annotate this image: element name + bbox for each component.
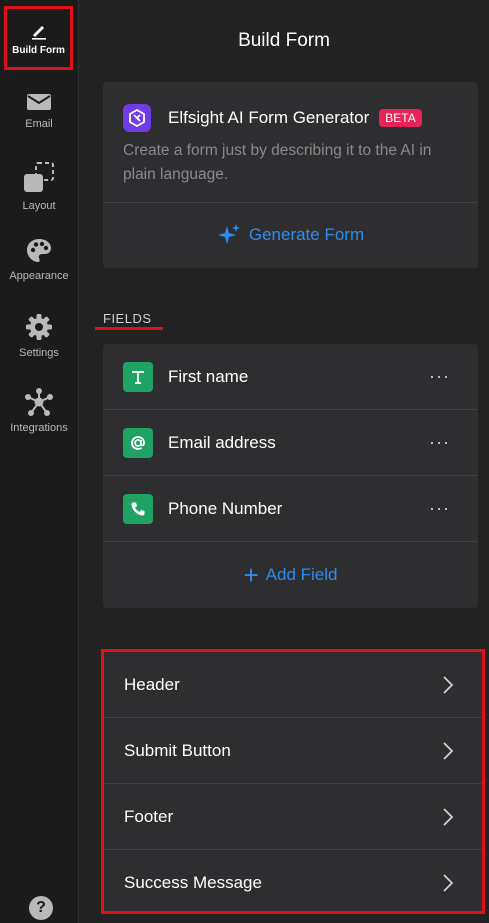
chevron-right-icon: [443, 741, 454, 760]
sidebar-item-build-form[interactable]: Build Form: [4, 6, 73, 70]
envelope-icon: [27, 94, 51, 110]
section-name: Footer: [124, 806, 174, 826]
sidebar-item-settings[interactable]: Settings: [0, 313, 78, 359]
sidebar-item-label: Build Form: [12, 44, 65, 56]
sidebar-item-layout[interactable]: Layout: [0, 162, 78, 212]
palette-icon: [27, 239, 51, 262]
section-name: Submit Button: [124, 740, 231, 760]
fields-section-label: FIELDS: [103, 311, 152, 326]
pencil-icon: [31, 25, 46, 40]
ai-card-title: Elfsight AI Form Generator: [168, 108, 370, 127]
sidebar-item-label: Email: [25, 118, 53, 130]
sidebar: Build Form Email Layout Appearance Setti…: [0, 0, 79, 923]
chevron-right-icon: [443, 807, 454, 826]
section-row-footer[interactable]: Footer: [104, 784, 482, 850]
more-options-icon[interactable]: ···: [429, 366, 450, 387]
text-icon: [123, 361, 153, 392]
field-name: Email address: [168, 432, 276, 452]
gear-icon: [26, 314, 52, 340]
layout-icon: [24, 162, 54, 192]
sidebar-item-integrations[interactable]: Integrations: [0, 388, 78, 434]
integrations-icon: [25, 388, 53, 416]
help-button[interactable]: ?: [29, 896, 53, 920]
fields-list: First name ··· Email address ··· Phone N…: [103, 344, 478, 608]
sidebar-item-label: Layout: [22, 200, 56, 212]
field-name: First name: [168, 366, 249, 386]
main-panel: Build Form Elfsight AI Form Generator BE…: [79, 0, 489, 923]
at-icon: [123, 427, 153, 458]
sidebar-item-label: Settings: [19, 347, 59, 359]
more-options-icon[interactable]: ···: [429, 432, 450, 453]
field-row-email-address[interactable]: Email address ···: [103, 410, 478, 476]
generate-form-button[interactable]: Generate Form: [103, 202, 478, 268]
page-title: Build Form: [238, 30, 330, 51]
sidebar-item-label: Integrations: [10, 422, 68, 434]
sidebar-item-email[interactable]: Email: [0, 92, 78, 130]
add-field-label: Add Field: [265, 565, 338, 584]
generate-form-label: Generate Form: [248, 225, 365, 244]
settings-sections: Header Submit Button Footer Success Mess…: [101, 649, 485, 914]
sidebar-item-label: Appearance: [9, 270, 69, 282]
section-name: Success Message: [124, 873, 262, 892]
section-row-header[interactable]: Header: [104, 652, 482, 718]
phone-icon: [123, 493, 153, 524]
ai-logo-icon: [123, 104, 151, 132]
section-row-success-message[interactable]: Success Message: [104, 850, 482, 916]
chevron-right-icon: [443, 675, 454, 694]
beta-badge: BETA: [379, 109, 422, 127]
field-row-first-name[interactable]: First name ···: [103, 344, 478, 410]
chevron-right-icon: [443, 874, 454, 892]
ai-generator-card: Elfsight AI Form Generator BETA Create a…: [103, 82, 478, 268]
ai-card-description: Create a form just by describing it to t…: [123, 142, 432, 183]
field-name: Phone Number: [168, 498, 283, 518]
section-name: Header: [124, 674, 180, 694]
more-options-icon[interactable]: ···: [429, 498, 450, 519]
sparkle-icon: [217, 224, 240, 244]
fields-underline: [95, 327, 163, 330]
field-row-phone-number[interactable]: Phone Number ···: [103, 476, 478, 542]
sidebar-item-appearance[interactable]: Appearance: [0, 238, 78, 282]
section-row-submit-button[interactable]: Submit Button: [104, 718, 482, 784]
add-field-button[interactable]: + Add Field: [103, 542, 478, 608]
plus-icon: +: [243, 560, 259, 590]
